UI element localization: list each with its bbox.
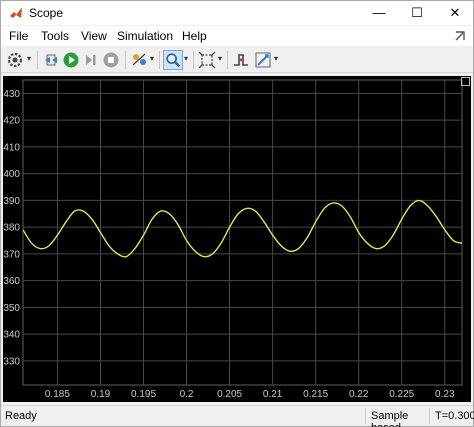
y-tick-label: 330 xyxy=(3,356,20,367)
step-forward-icon[interactable] xyxy=(81,50,101,70)
zoom-icon[interactable] xyxy=(163,50,183,70)
y-tick-label: 370 xyxy=(3,249,20,260)
minimize-button[interactable]: — xyxy=(361,1,397,25)
maximize-button[interactable]: ☐ xyxy=(399,1,435,25)
x-tick-label: 0.2 xyxy=(180,389,194,400)
y-tick-label: 430 xyxy=(3,89,20,100)
zoom-dropdown-icon[interactable]: ▾ xyxy=(184,55,192,63)
highlight-icon[interactable] xyxy=(129,50,149,70)
restore-icon[interactable] xyxy=(41,50,61,70)
close-button[interactable]: ✕ xyxy=(437,1,473,25)
menu-view[interactable]: View xyxy=(81,29,107,43)
toolbar-separator xyxy=(37,51,38,69)
y-tick-label: 380 xyxy=(3,223,20,234)
menu-bar: File Tools View Simulation Help xyxy=(1,26,473,46)
matlab-logo-icon xyxy=(10,7,22,18)
toolbar-separator xyxy=(193,51,194,69)
menu-help[interactable]: Help xyxy=(182,29,207,43)
simulation-time: T=0.300 xyxy=(429,408,474,424)
toolbar-separator xyxy=(125,51,126,69)
toolbar: ▾ ▾ ▾ ▾ ▾ xyxy=(1,47,473,73)
settings-dropdown-icon[interactable]: ▾ xyxy=(27,55,35,63)
undock-icon[interactable] xyxy=(461,77,470,86)
y-tick-label: 360 xyxy=(3,276,20,287)
y-tick-label: 400 xyxy=(3,169,20,180)
stop-icon[interactable] xyxy=(101,50,121,70)
x-tick-label: 0.215 xyxy=(303,389,328,400)
settings-icon[interactable] xyxy=(5,50,25,70)
fit-axes-dropdown-icon[interactable]: ▾ xyxy=(218,55,226,63)
toolbar-separator xyxy=(227,51,228,69)
x-tick-label: 0.205 xyxy=(217,389,242,400)
y-tick-label: 390 xyxy=(3,196,20,207)
scope-plot[interactable]: 0.185 0.19 0.195 0.2 0.205 0.21 0.215 0.22 0.225… xyxy=(3,76,471,402)
menu-file[interactable]: File xyxy=(9,29,28,43)
x-tick-label: 0.23 xyxy=(435,389,455,400)
scope-canvas[interactable]: 0.185 0.19 0.195 0.2 0.205 0.21 0.215 0.22 0.225… xyxy=(3,76,471,402)
x-tick-label: 0.185 xyxy=(45,389,70,400)
scope-window: Scope — ☐ ✕ File Tools View Simulation H… xyxy=(0,0,474,427)
highlight-dropdown-icon[interactable]: ▾ xyxy=(150,55,158,63)
signal-trace xyxy=(23,199,462,258)
dock-arrow-icon[interactable] xyxy=(453,29,467,43)
menu-tools[interactable]: Tools xyxy=(41,29,69,43)
x-tick-label: 0.19 xyxy=(91,389,111,400)
y-tick-label: 340 xyxy=(3,330,20,341)
title-bar: Scope — ☐ ✕ xyxy=(1,1,473,25)
triggers-icon[interactable] xyxy=(231,50,251,70)
menu-simulation[interactable]: Simulation xyxy=(117,29,173,43)
x-tick-label: 0.21 xyxy=(263,389,283,400)
x-tick-label: 0.22 xyxy=(349,389,369,400)
y-tick-label: 420 xyxy=(3,116,20,127)
y-tick-label: 410 xyxy=(3,142,20,153)
fit-axes-icon[interactable] xyxy=(197,50,217,70)
measurements-icon[interactable] xyxy=(253,50,273,70)
toolbar-separator xyxy=(159,51,160,69)
measurements-dropdown-icon[interactable]: ▾ xyxy=(274,55,282,63)
y-tick-label: 350 xyxy=(3,303,20,314)
run-icon[interactable] xyxy=(61,50,81,70)
status-ready: Ready xyxy=(5,410,37,422)
plot-frame xyxy=(22,79,463,386)
x-tick-label: 0.195 xyxy=(131,389,156,400)
x-tick-label: 0.225 xyxy=(389,389,414,400)
status-bar: Ready Sample based T=0.300 xyxy=(1,405,474,427)
window-title: Scope xyxy=(29,6,64,20)
sample-mode-indicator[interactable]: Sample based xyxy=(365,408,427,427)
